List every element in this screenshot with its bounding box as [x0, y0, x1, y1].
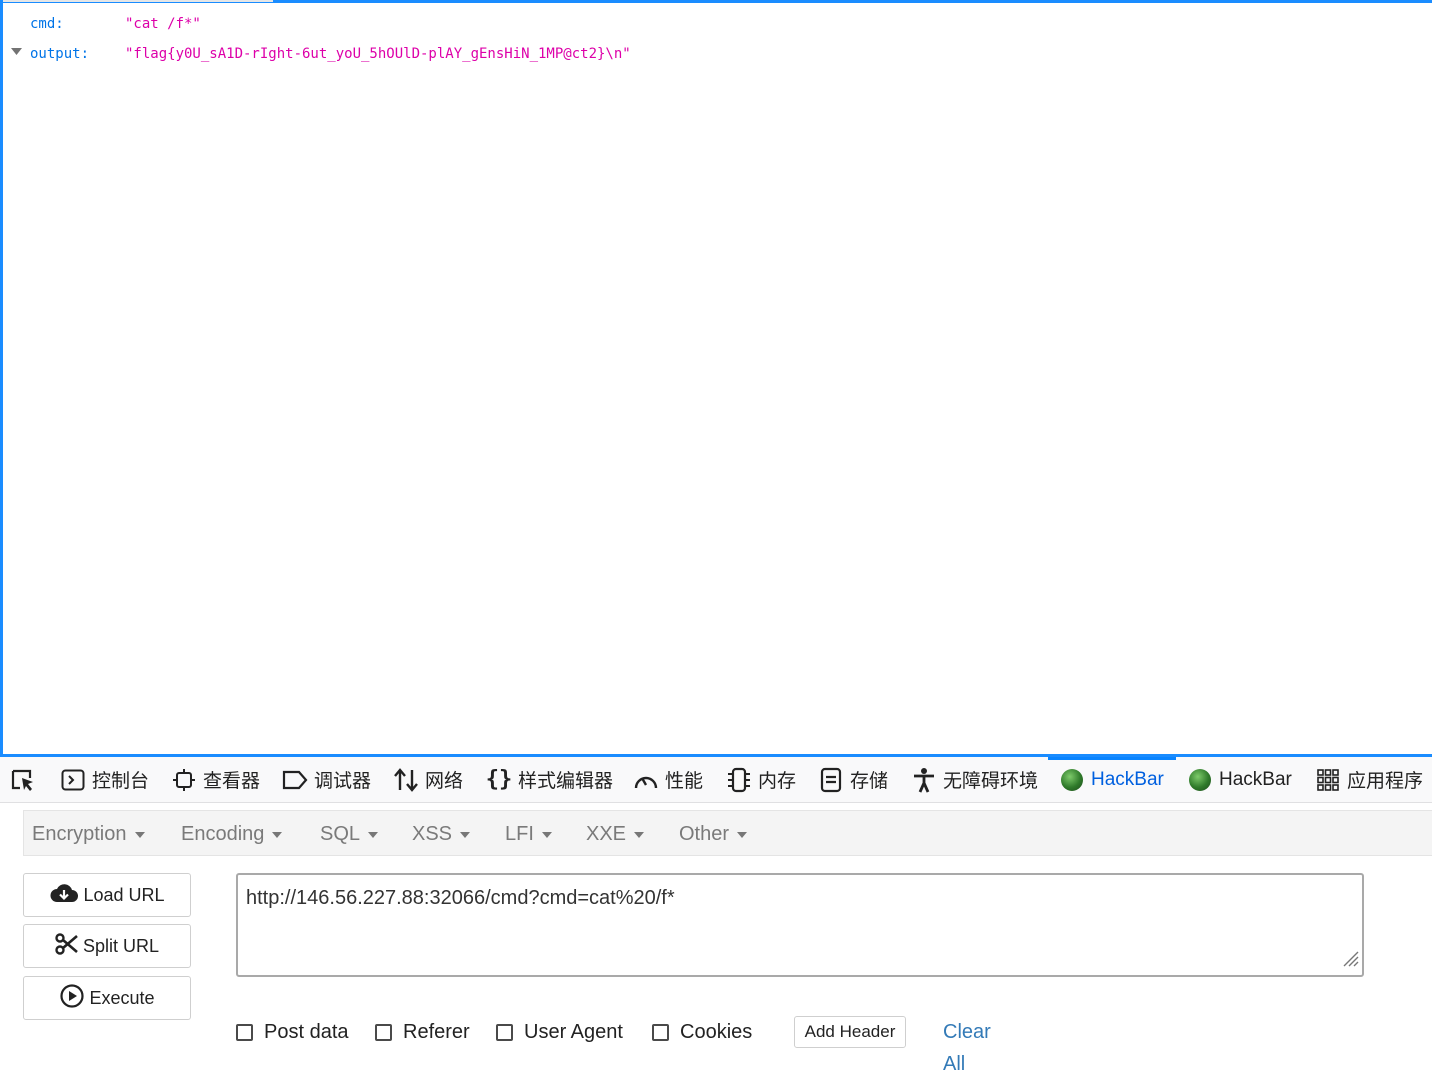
inspector-pick-icon [10, 767, 36, 793]
referer-checkbox[interactable]: Referer [375, 1016, 470, 1048]
menu-encryption[interactable]: Encryption [32, 811, 145, 857]
menu-label: SQL [320, 823, 361, 845]
memory-chip-icon [726, 767, 752, 793]
tab-inspector[interactable]: 查看器 [171, 757, 260, 802]
menu-encoding[interactable]: Encoding [181, 811, 283, 857]
menu-other[interactable]: Other [679, 811, 748, 857]
caret-down-icon [134, 831, 145, 838]
tab-label: 性能 [665, 771, 704, 792]
storage-icon [818, 767, 844, 793]
tab-label: 网络 [425, 771, 464, 792]
json-value: "cat /f*" [125, 16, 201, 32]
caret-down-icon [272, 831, 283, 838]
option-label: Cookies [680, 1020, 753, 1043]
hackbar-ball-icon [1187, 767, 1213, 793]
load-url-button[interactable]: Load URL [23, 873, 191, 917]
checkbox-box[interactable] [375, 1023, 392, 1041]
scissors-icon [55, 932, 83, 960]
tab-performance[interactable]: 性能 [633, 757, 703, 802]
option-label: User Agent [524, 1020, 623, 1043]
tab-accessibility[interactable]: 无障碍环境 [911, 757, 1038, 802]
caret-down-icon [541, 831, 552, 838]
play-circle-icon [59, 983, 89, 1014]
tab-label: 无障碍环境 [943, 771, 1039, 792]
option-label: Post data [264, 1020, 349, 1043]
tab-label: 应用程序 [1347, 771, 1424, 792]
tab-console[interactable]: 控制台 [60, 757, 149, 802]
menu-label: Encoding [181, 823, 265, 845]
url-textarea[interactable]: http://146.56.227.88:32066/cmd?cmd=cat%2… [236, 873, 1364, 977]
caret-down-icon [737, 831, 748, 838]
checkbox-box[interactable] [236, 1023, 253, 1041]
console-icon [60, 767, 86, 793]
debugger-icon [282, 767, 308, 793]
tab-debugger[interactable]: 调试器 [282, 757, 371, 802]
tab-hackbar[interactable]: HackBar [1187, 757, 1292, 802]
tab-network[interactable]: 网络 [393, 757, 463, 802]
tab-element-picker[interactable] [10, 757, 42, 802]
tab-style-editor[interactable]: {} 样式编辑器 [486, 757, 613, 802]
caret-down-icon [460, 831, 471, 838]
button-label: Execute [89, 987, 155, 1008]
option-label: Referer [403, 1020, 470, 1043]
json-key: output: [30, 46, 90, 62]
tab-strip-edge [3, 0, 273, 2]
apps-grid-icon [1315, 767, 1341, 793]
caret-down-icon [368, 831, 379, 838]
json-value: "flag{y0U_sA1D-rIght-6ut_yoU_5hOUlD-plAY… [125, 46, 631, 62]
hackbar-ball-icon [1059, 767, 1085, 793]
performance-gauge-icon [633, 767, 659, 793]
menu-label: Other [679, 823, 730, 845]
tab-label: HackBar [1219, 768, 1292, 790]
menu-lfi[interactable]: LFI [505, 811, 552, 857]
accessibility-icon [911, 767, 937, 793]
json-viewer-pane: cmd: "cat /f*" output: "flag{y0U_sA1D-rI… [0, 0, 1432, 757]
tab-application[interactable]: 应用程序 [1315, 757, 1423, 802]
menu-label: LFI [505, 823, 534, 845]
resize-grip-icon[interactable] [1339, 947, 1359, 972]
tab-label: 控制台 [92, 771, 150, 792]
tab-label: 查看器 [203, 771, 261, 792]
menu-sql[interactable]: SQL [320, 811, 379, 857]
checkbox-box[interactable] [652, 1023, 669, 1041]
tab-label: 调试器 [314, 771, 372, 792]
devtools-toolbar: 控制台 查看器 调试器 网络 {} 样式编辑器 性能 内存 存储 无障碍环境 H… [0, 757, 1432, 803]
split-url-button[interactable]: Split URL [23, 924, 191, 968]
menu-label: XXE [586, 823, 627, 845]
menu-label: XSS [412, 823, 453, 845]
cookies-checkbox[interactable]: Cookies [652, 1016, 752, 1048]
caret-down-icon [634, 831, 645, 838]
network-arrows-icon [393, 767, 419, 793]
menu-xss[interactable]: XSS [412, 811, 471, 857]
cloud-download-icon [49, 882, 83, 909]
tab-label: 内存 [758, 771, 797, 792]
tab-label: 样式编辑器 [518, 771, 614, 792]
execute-button[interactable]: Execute [23, 976, 191, 1020]
tab-storage[interactable]: 存储 [818, 757, 888, 802]
clear-all-link[interactable]: Clear All [943, 1016, 991, 1075]
menu-label: Encryption [32, 823, 127, 845]
tab-memory[interactable]: 内存 [726, 757, 796, 802]
button-label: Load URL [83, 884, 165, 905]
tab-hackbar-active[interactable]: HackBar [1048, 757, 1176, 799]
button-label: Split URL [82, 935, 160, 956]
url-value[interactable]: http://146.56.227.88:32066/cmd?cmd=cat%2… [246, 887, 675, 910]
json-key: cmd: [30, 16, 64, 32]
hackbar-menubar: Encryption Encoding SQL XSS LFI XXE Othe… [23, 810, 1432, 856]
inspector-icon [171, 767, 197, 793]
checkbox-box[interactable] [496, 1023, 513, 1041]
user-agent-checkbox[interactable]: User Agent [496, 1016, 623, 1048]
expand-triangle-icon[interactable] [11, 43, 25, 65]
post-data-checkbox[interactable]: Post data [236, 1016, 349, 1048]
tab-label: HackBar [1091, 768, 1164, 790]
menu-xxe[interactable]: XXE [586, 811, 645, 857]
add-header-button[interactable]: Add Header [794, 1016, 906, 1048]
braces-icon: {} [485, 767, 513, 792]
tab-label: 存储 [850, 771, 889, 792]
